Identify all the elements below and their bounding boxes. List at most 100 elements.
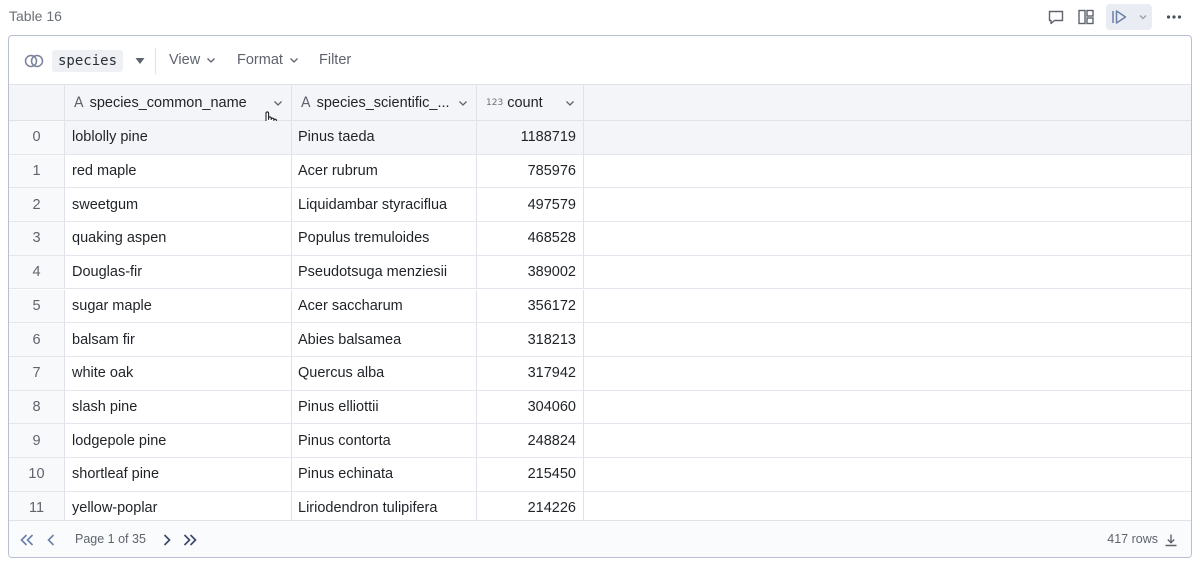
table-row[interactable]: 1 red maple Acer rubrum 785976 <box>9 154 1191 189</box>
cell-species-common-name[interactable]: Douglas-fir <box>65 255 292 289</box>
column-header-species-common-name[interactable]: A species_common_name <box>65 85 292 121</box>
table-footer: Page 1 of 35 417 rows <box>9 520 1191 557</box>
source-selector[interactable]: species <box>21 48 147 74</box>
cell-species-common-name[interactable]: red maple <box>65 154 292 188</box>
table-row[interactable]: 9 lodgepole pine Pinus contorta 248824 <box>9 424 1191 458</box>
layout-icon[interactable] <box>1072 5 1100 29</box>
row-index: 2 <box>9 188 65 222</box>
cell-species-scientific-name[interactable]: Populus tremuloides <box>292 222 477 255</box>
table-row[interactable]: 3 quaking aspen Populus tremuloides 4685… <box>9 222 1191 256</box>
cell-count[interactable]: 248824 <box>477 424 584 457</box>
run-icon[interactable] <box>1106 5 1134 29</box>
table-row[interactable]: 6 balsam fir Abies balsamea 318213 <box>9 323 1191 357</box>
number-type-icon: 123 <box>486 98 504 108</box>
cell-header: Table 16 <box>0 0 1200 34</box>
source-name: species <box>52 50 124 72</box>
text-type-icon: A <box>301 95 311 111</box>
table-row[interactable]: 5 sugar maple Acer saccharum 356172 <box>9 289 1191 324</box>
page-indicator: Page 1 of 35 <box>75 532 146 546</box>
format-menu[interactable]: Format <box>237 52 299 68</box>
view-menu[interactable]: View <box>169 52 216 68</box>
row-index: 0 <box>9 121 65 154</box>
cell-species-scientific-name[interactable]: Abies balsamea <box>292 323 477 356</box>
row-index: 9 <box>9 424 65 457</box>
cell-count[interactable]: 215450 <box>477 458 584 491</box>
cell-species-common-name[interactable]: loblolly pine <box>65 121 292 154</box>
cell-species-common-name[interactable]: shortleaf pine <box>65 458 292 491</box>
download-icon[interactable] <box>1161 530 1181 550</box>
row-index: 8 <box>9 390 65 424</box>
cell-species-common-name[interactable]: sugar maple <box>65 289 292 323</box>
cell-title: Table 16 <box>9 8 62 24</box>
run-button-group <box>1106 4 1152 30</box>
cell-species-scientific-name[interactable]: Pinus echinata <box>292 458 477 491</box>
chevron-down-icon[interactable] <box>1134 5 1152 29</box>
cell-count[interactable]: 304060 <box>477 390 584 424</box>
cell-species-scientific-name[interactable]: Pinus elliottii <box>292 390 477 424</box>
chevron-down-icon <box>206 55 216 65</box>
cell-count[interactable]: 318213 <box>477 323 584 356</box>
row-count: 417 rows <box>1107 532 1158 546</box>
cell-count[interactable]: 389002 <box>477 255 584 289</box>
cell-species-scientific-name[interactable]: Liquidambar styraciflua <box>292 188 477 222</box>
table-row[interactable]: 8 slash pine Pinus elliottii 304060 <box>9 390 1191 425</box>
index-header <box>9 85 65 121</box>
cell-species-common-name[interactable]: white oak <box>65 356 292 390</box>
cell-species-scientific-name[interactable]: Acer saccharum <box>292 289 477 323</box>
table-row[interactable]: 10 shortleaf pine Pinus echinata 215450 <box>9 458 1191 492</box>
cell-count[interactable]: 317942 <box>477 356 584 390</box>
toolbar-divider <box>155 48 156 74</box>
grid-header: A species_common_name A species_scientif… <box>9 85 1191 132</box>
cell-species-scientific-name[interactable]: Pseudotsuga menziesii <box>292 255 477 289</box>
table-toolbar: species View Format Filter <box>9 36 1191 85</box>
table-row[interactable]: 2 sweetgum Liquidambar styraciflua 49757… <box>9 188 1191 223</box>
column-name: species_scientific_... <box>316 95 450 111</box>
column-header-count[interactable]: 123 count <box>477 85 584 121</box>
chevron-down-icon[interactable] <box>565 98 575 108</box>
row-index: 6 <box>9 323 65 356</box>
cell-species-scientific-name[interactable]: Acer rubrum <box>292 154 477 188</box>
cell-species-common-name[interactable]: lodgepole pine <box>65 424 292 457</box>
row-index: 5 <box>9 289 65 323</box>
chevron-down-icon[interactable] <box>458 98 468 108</box>
chevron-down-icon[interactable] <box>273 98 283 108</box>
cell-species-scientific-name[interactable]: Pinus taeda <box>292 121 477 154</box>
cell-species-common-name[interactable]: sweetgum <box>65 188 292 222</box>
row-index: 3 <box>9 222 65 255</box>
cell-species-common-name[interactable]: quaking aspen <box>65 222 292 255</box>
chevron-down-icon <box>289 55 299 65</box>
cell-count[interactable]: 785976 <box>477 154 584 188</box>
table-row[interactable]: 4 Douglas-fir Pseudotsuga menziesii 3890… <box>9 255 1191 290</box>
table-row[interactable]: 0 loblolly pine Pinus taeda 1188719 <box>9 121 1191 155</box>
cell-count[interactable]: 356172 <box>477 289 584 323</box>
column-name: count <box>507 95 543 111</box>
link-icon <box>21 49 47 73</box>
next-page-icon[interactable] <box>157 530 177 550</box>
table-row[interactable]: 7 white oak Quercus alba 317942 <box>9 356 1191 391</box>
column-name: species_common_name <box>89 95 247 111</box>
row-index: 10 <box>9 458 65 491</box>
cell-count[interactable]: 468528 <box>477 222 584 255</box>
cell-actions <box>1040 4 1188 30</box>
row-index: 1 <box>9 154 65 188</box>
cell-count[interactable]: 1188719 <box>477 121 584 154</box>
first-page-icon[interactable] <box>17 530 37 550</box>
last-page-icon[interactable] <box>180 530 200 550</box>
previous-page-icon[interactable] <box>41 530 61 550</box>
cell-species-scientific-name[interactable]: Pinus contorta <box>292 424 477 457</box>
text-type-icon: A <box>74 95 84 111</box>
cell-count[interactable]: 497579 <box>477 188 584 222</box>
filter-button[interactable]: Filter <box>319 52 351 68</box>
table-panel: species View Format Filter A species_com… <box>8 35 1192 558</box>
view-menu-label: View <box>169 52 201 68</box>
filter-label: Filter <box>319 52 352 68</box>
caret-down-icon[interactable] <box>133 54 147 68</box>
comment-icon[interactable] <box>1042 5 1070 29</box>
more-icon[interactable] <box>1160 5 1188 29</box>
row-index: 4 <box>9 255 65 289</box>
cell-species-scientific-name[interactable]: Quercus alba <box>292 356 477 390</box>
row-index: 7 <box>9 356 65 390</box>
cell-species-common-name[interactable]: slash pine <box>65 390 292 424</box>
cell-species-common-name[interactable]: balsam fir <box>65 323 292 356</box>
column-header-species-scientific-name[interactable]: A species_scientific_... <box>292 85 477 121</box>
